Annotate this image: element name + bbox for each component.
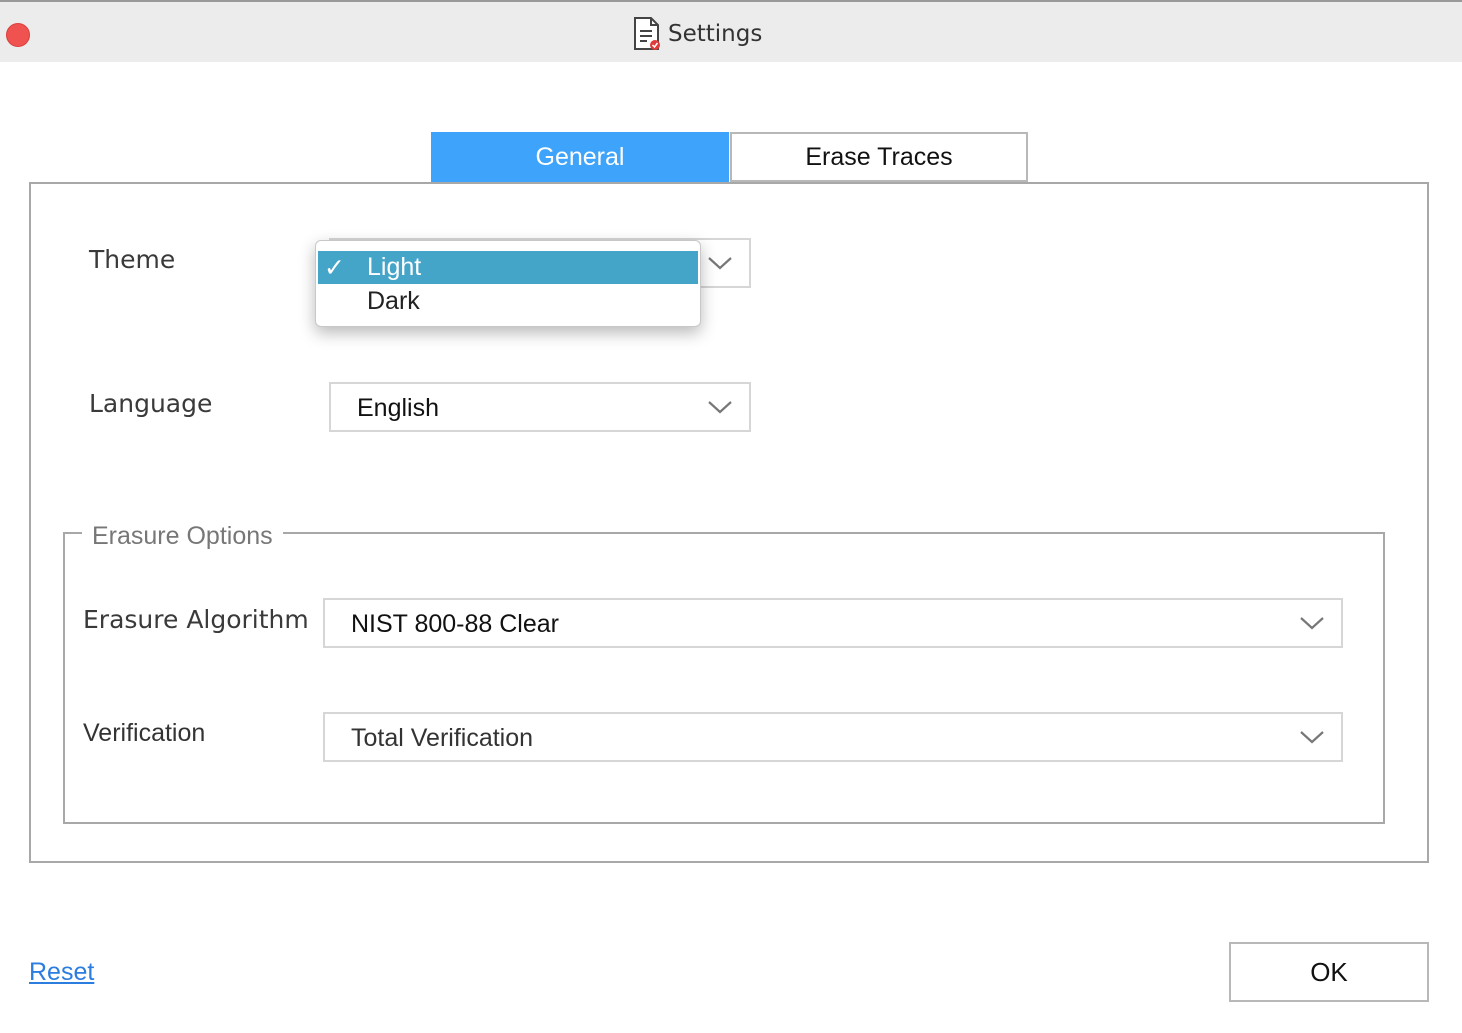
theme-dropdown-menu: ✓ Light Dark: [315, 240, 701, 327]
erasure-algorithm-select[interactable]: NIST 800-88 Clear: [323, 598, 1343, 648]
language-value: English: [357, 394, 439, 422]
chevron-down-icon: [708, 257, 732, 270]
settings-document-icon: [634, 17, 660, 50]
tab-erase-traces-label: Erase Traces: [805, 142, 953, 171]
verification-value: Total Verification: [351, 724, 534, 752]
tab-erase-traces[interactable]: Erase Traces: [730, 132, 1028, 182]
chevron-down-icon: [1300, 731, 1324, 744]
window-title-text: Settings: [668, 21, 763, 47]
theme-option-light[interactable]: ✓ Light: [318, 251, 698, 284]
chevron-down-icon: [708, 401, 732, 414]
reset-link[interactable]: Reset: [29, 958, 94, 987]
language-label: Language: [89, 389, 213, 418]
erasure-options-group: [63, 532, 1385, 824]
chevron-down-icon: [1300, 617, 1324, 630]
verification-select[interactable]: Total Verification: [323, 712, 1343, 762]
erasure-algorithm-label: Erasure Algorithm: [83, 605, 309, 634]
language-select[interactable]: English: [329, 382, 751, 432]
ok-button[interactable]: OK: [1229, 942, 1429, 1002]
erasure-algorithm-value: NIST 800-88 Clear: [351, 610, 559, 638]
theme-option-light-label: Light: [367, 253, 422, 281]
verification-label: Verification: [83, 719, 206, 747]
theme-option-dark-label: Dark: [367, 287, 420, 315]
theme-label: Theme: [89, 245, 176, 274]
checkmark-icon: ✓: [324, 253, 345, 282]
window-title: Settings: [632, 16, 762, 52]
erasure-options-legend: Erasure Options: [82, 522, 283, 551]
tab-general[interactable]: General: [431, 132, 729, 182]
close-window-button[interactable]: [6, 23, 30, 47]
title-bar: Settings: [0, 0, 1462, 62]
ok-button-label: OK: [1310, 956, 1348, 987]
theme-option-dark[interactable]: Dark: [318, 285, 698, 318]
tab-general-label: General: [535, 142, 625, 171]
